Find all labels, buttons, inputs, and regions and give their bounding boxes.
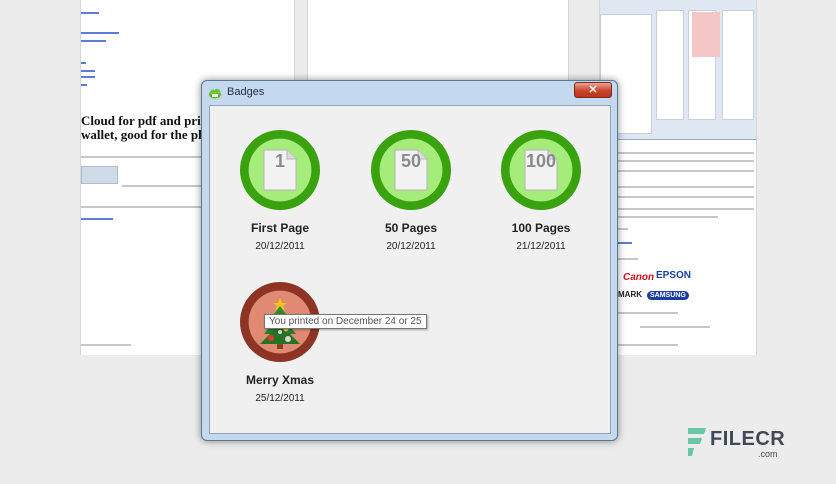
watermark-suffix: .com [758, 449, 778, 459]
bg-link [81, 62, 86, 64]
badge-date: 20/12/2011 [255, 241, 305, 252]
bg-text-line [618, 186, 754, 188]
badge-name: Merry Xmas [245, 373, 315, 387]
bg-text-line [81, 156, 211, 158]
brand-logo-epson: EPSON [656, 270, 692, 281]
bg-link [81, 76, 95, 78]
dialog-title: Badges [227, 86, 265, 98]
watermark-name: FILECR [710, 428, 786, 450]
bg-link [81, 12, 99, 14]
badge-number: 1 [274, 151, 285, 171]
bg-text-line [618, 160, 754, 162]
badge-medal: 50 [371, 130, 451, 210]
badge-medal: 100 [501, 130, 581, 210]
bg-text-line [640, 326, 710, 328]
bg-text-line [81, 206, 211, 208]
bg-text-line [618, 312, 678, 314]
badge-name: First Page [250, 221, 310, 235]
badge-date: 25/12/2011 [255, 393, 305, 404]
filecr-logo-icon [688, 428, 706, 456]
badge-100-pages: 100 100 Pages 21/12/2011 [476, 130, 606, 252]
brand-logo-lexmark: MARK [618, 290, 642, 299]
badge-name: 100 Pages [511, 221, 571, 235]
badge-50-pages: 50 50 Pages 20/12/2011 [346, 130, 476, 252]
bg-link [81, 70, 95, 72]
bg-text-line [618, 228, 628, 230]
bg-text-line [618, 208, 754, 210]
bg-text-line [618, 258, 638, 260]
badges-dialog: Badges ✕ 1 First Page 20/12/2011 50 50 P… [201, 80, 618, 441]
badges-panel: 1 First Page 20/12/2011 50 50 Pages 20/1… [209, 105, 611, 434]
bg-text-line [618, 196, 754, 198]
badge-name: 50 Pages [384, 221, 438, 235]
bg-screenshot [600, 0, 756, 140]
close-button[interactable]: ✕ [574, 82, 612, 98]
bg-link [81, 84, 87, 86]
badge-date: 20/12/2011 [386, 241, 436, 252]
bg-link [618, 242, 632, 244]
brand-logo-samsung: SAMSUNG [647, 291, 689, 300]
bg-text-line [618, 216, 718, 218]
title-bar[interactable]: Badges ✕ [202, 81, 617, 105]
badge-first-page: 1 First Page 20/12/2011 [215, 130, 345, 252]
background-page-right: Canon EPSON SAMSUNG MARK [599, 0, 757, 355]
bg-link [81, 218, 113, 220]
bg-footer-line [81, 344, 131, 346]
badge-medal: 1 [240, 130, 320, 210]
bg-link [81, 40, 106, 42]
bg-footer-line [618, 344, 678, 346]
badge-tooltip: You printed on December 24 or 25 [264, 314, 427, 329]
badge-number: 50 [400, 151, 422, 171]
bg-text-line [618, 170, 754, 172]
badge-merry-xmas: Merry Xmas 25/12/2011 [215, 282, 345, 404]
filecr-watermark: FILECR .com [684, 424, 794, 460]
badge-date: 21/12/2011 [516, 241, 566, 252]
bg-link [81, 32, 119, 34]
bg-text-line [122, 185, 212, 187]
badge-number: 100 [525, 151, 557, 171]
brand-logo-canon: Canon [623, 272, 655, 283]
bg-button [81, 166, 118, 184]
cloud-printer-icon [209, 88, 221, 99]
bg-text-line [618, 152, 754, 154]
